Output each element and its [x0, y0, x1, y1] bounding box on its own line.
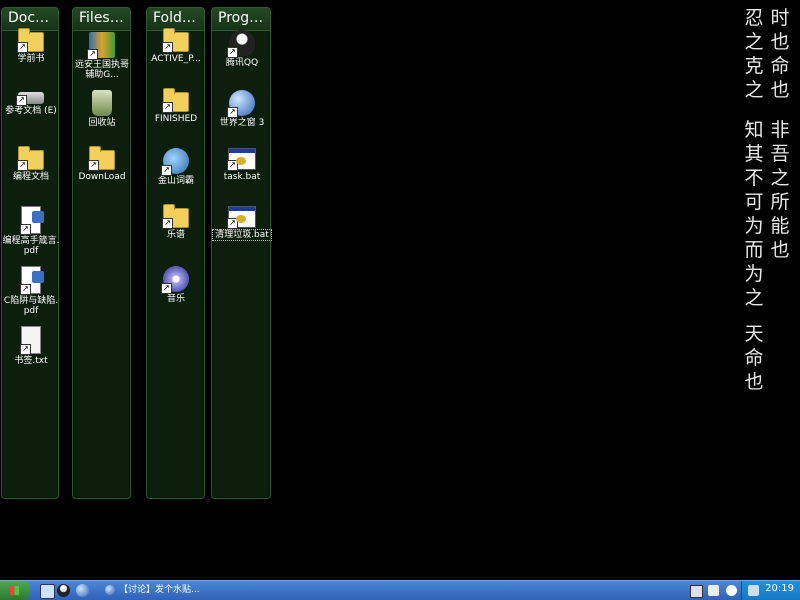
taskbar-window-button[interactable]: 【讨论】发个水贴... — [101, 582, 231, 598]
books-icon: ↗ — [87, 32, 115, 60]
taskbar: 【讨论】发个水贴... 20:19 — [0, 580, 800, 600]
desktop-icon-finished[interactable]: ↗ FINISHED — [147, 88, 205, 124]
folder-icon: ↗ — [162, 204, 189, 229]
system-tray: 20:19 — [741, 581, 800, 600]
poem-column-5: 天命也 — [744, 323, 764, 393]
desktop-icon-pdf-1[interactable]: ↗ 编程高手箴言.pdf — [2, 206, 60, 256]
drive-icon: ↗ — [16, 92, 44, 106]
folder-icon: ↗ — [88, 146, 115, 171]
qq-quicklaunch-icon[interactable] — [57, 584, 70, 597]
desktop-icon-theworld-browser[interactable]: ↗ 世界之窗 3 — [213, 90, 271, 128]
desktop-icon-programming-docs[interactable]: ↗ 编程文档 — [2, 146, 60, 182]
poem-column-4: 知其不可为而为之 — [744, 119, 764, 309]
dictionary-icon: ↗ — [161, 148, 189, 176]
batch-file-icon: ↗ — [227, 206, 256, 229]
poem-column-2: 忍之克之 — [744, 7, 764, 101]
desktop-icon-reference-drive[interactable]: ↗ 参考文档 (E) — [2, 92, 60, 116]
desktop-icon-pdf-2[interactable]: ↗ C陷阱与缺陷.pdf — [2, 266, 60, 316]
desktop-icon-music[interactable]: ↗ 音乐 — [147, 266, 205, 304]
show-desktop-icon[interactable] — [40, 584, 55, 599]
pdf-icon: ↗ — [20, 266, 44, 295]
qq-penguin-icon: ↗ — [227, 30, 255, 58]
speaker-icon[interactable] — [708, 585, 719, 596]
network-icon[interactable] — [748, 585, 759, 596]
desktop-icon-active-p[interactable]: ↗ ACTIVE_P... — [147, 28, 205, 64]
fence-panel-folders: Folders ↗ ACTIVE_P... ↗ FINISHED ↗ 金山词霸 … — [146, 7, 205, 499]
text-file-icon: ↗ — [20, 326, 41, 355]
desktop-icon-cleanup-bat[interactable]: ↗ 清理垃圾.bat — [212, 206, 272, 241]
pdf-icon: ↗ — [20, 206, 44, 235]
panel-title[interactable]: Files &... — [73, 8, 130, 31]
folder-icon: ↗ — [17, 28, 44, 53]
desktop-icon-sheet-music[interactable]: ↗ 乐谱 — [147, 204, 205, 240]
clock[interactable]: 20:19 — [765, 583, 794, 594]
fence-panel-programs: Progra... ↗ 腾讯QQ ↗ 世界之窗 3 ↗ task.bat ↗ 清… — [211, 7, 272, 499]
panel-title[interactable]: Docu... — [2, 8, 58, 31]
desktop-icon-xueqianshu[interactable]: ↗ 学前书 — [2, 28, 60, 64]
folder-icon: ↗ — [162, 88, 189, 113]
desktop-icon-bookmark-txt[interactable]: ↗ 书签.txt — [2, 326, 60, 366]
folder-icon: ↗ — [162, 28, 189, 53]
folder-icon: ↗ — [17, 146, 44, 171]
keyboard-icon[interactable] — [690, 585, 703, 598]
desktop-icon-jinshan-ciba[interactable]: ↗ 金山词霸 — [147, 148, 205, 186]
poem-column-3: 非吾之所能也 — [770, 119, 790, 261]
fence-panel-files: Files &... ↗ 远安王国执哥辅助G... 回收站 ↗ DownLoad — [72, 7, 131, 499]
poem-column-1: 时也命也 — [770, 7, 790, 101]
help-icon[interactable] — [726, 585, 737, 596]
desktop-icon-game-helper[interactable]: ↗ 远安王国执哥辅助G... — [73, 32, 131, 80]
desktop-icon-task-bat[interactable]: ↗ task.bat — [213, 148, 271, 182]
panel-title[interactable]: Folders — [147, 8, 204, 31]
browser-quicklaunch-icon[interactable] — [76, 584, 89, 597]
fence-panel-documents: Docu... ↗ 学前书 ↗ 参考文档 (E) ↗ 编程文档 ↗ 编程高手箴言… — [1, 7, 59, 499]
batch-file-icon: ↗ — [227, 148, 256, 171]
taskbar-window-title: 【讨论】发个水贴... — [119, 585, 200, 595]
browser-globe-icon: ↗ — [227, 90, 255, 118]
desktop-icon-recycle-bin[interactable]: 回收站 — [73, 90, 131, 128]
desktop-icon-download[interactable]: ↗ DownLoad — [73, 146, 131, 182]
recycle-bin-icon — [92, 90, 112, 116]
music-disc-icon: ↗ — [161, 266, 189, 294]
start-button[interactable] — [0, 581, 30, 600]
panel-title[interactable]: Progra... — [212, 8, 270, 31]
desktop-icon-qq[interactable]: ↗ 腾讯QQ — [213, 30, 271, 68]
